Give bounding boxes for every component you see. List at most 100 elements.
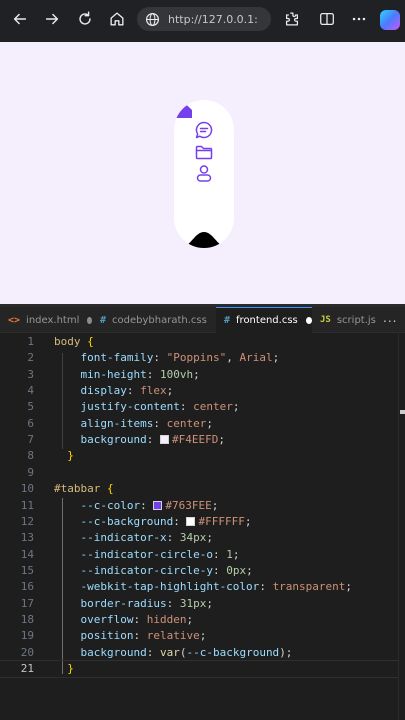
code-line[interactable]: 17 border-radius: 31px;	[0, 596, 398, 612]
url-text[interactable]: http://127.0.0.1:	[168, 13, 258, 26]
code-line[interactable]: 5 justify-content: center;	[0, 399, 398, 415]
code-line[interactable]: 12 --c-background: #FFFFFF;	[0, 514, 398, 530]
code-token: --c-background	[54, 514, 174, 528]
more-icon[interactable]	[348, 8, 370, 30]
line-number: 5	[27, 400, 34, 414]
line-number: 3	[27, 367, 34, 381]
code-line[interactable]: 8 }	[0, 448, 398, 464]
back-icon[interactable]	[9, 8, 31, 30]
code-token: transparent	[272, 580, 346, 594]
line-number: 19	[20, 629, 34, 643]
line-number: 18	[20, 612, 34, 626]
tab-frontend-css[interactable]: # frontend.css	[216, 307, 312, 333]
html-file-icon: <>	[8, 314, 21, 326]
tab-script-js[interactable]: JS script.js	[312, 307, 382, 333]
scrollbar-thumb[interactable]	[400, 410, 405, 414]
code-token: --c-background	[186, 645, 280, 659]
refresh-icon[interactable]	[74, 8, 96, 30]
tab-folder[interactable]	[194, 142, 214, 162]
code-line[interactable]: 14 --indicator-circle-o: 1;	[0, 547, 398, 563]
code-token: display	[54, 384, 127, 398]
code-line[interactable]: 3 min-height: 100vh;	[0, 367, 398, 383]
line-number: 14	[20, 547, 34, 561]
code-line[interactable]: 10 #tabbar {	[0, 481, 398, 497]
code-token: min-height	[54, 367, 147, 381]
tab-label: script.js	[336, 314, 376, 326]
color-swatch[interactable]	[159, 435, 169, 445]
code-line[interactable]: 11 --c-color: #763FEE;	[0, 498, 398, 514]
code-line[interactable]: 18 overflow: hidden;	[0, 612, 398, 628]
code-line[interactable]: 20 background: var(--c-background);	[0, 645, 398, 661]
line-number: 7	[27, 433, 34, 447]
tab-codebybharath-css[interactable]: # codebybharath.css	[92, 307, 216, 333]
code-token: :	[153, 416, 167, 430]
code-line[interactable]: 2 font-family: "Poppins", Arial;	[0, 350, 398, 366]
more-actions-icon[interactable]: ...	[383, 311, 397, 325]
code-token: overflow	[54, 612, 134, 626]
code-token: ;	[272, 351, 280, 365]
code-token: {	[106, 482, 114, 496]
extensions-icon[interactable]	[281, 8, 303, 30]
code-token: --indicator-circle-y	[54, 563, 213, 577]
code-line[interactable]: 16 -webkit-tap-highlight-color: transpar…	[0, 579, 398, 595]
code-line[interactable]: 4 display: flex;	[0, 383, 398, 399]
code-token: :	[146, 645, 160, 659]
css-file-icon: #	[224, 315, 231, 326]
code-token: flex	[140, 384, 167, 398]
split-screen-icon[interactable]	[316, 8, 338, 30]
tab-index-html[interactable]: <> index.html	[0, 307, 92, 333]
address-bar[interactable]: http://127.0.0.1:	[137, 7, 271, 31]
code-line[interactable]: 9	[0, 465, 398, 481]
color-swatch[interactable]	[153, 500, 163, 510]
line-number: 12	[20, 514, 34, 528]
code-token: background	[54, 645, 147, 659]
code-token: :	[259, 580, 273, 594]
code-token: :	[173, 514, 187, 528]
code-line[interactable]: 7 background: #F4EEFD;	[0, 432, 398, 448]
code-line[interactable]: 15 --indicator-circle-y: 0px;	[0, 563, 398, 579]
code-token: ;	[246, 563, 253, 577]
code-token: -webkit-tap-highlight-color	[54, 580, 260, 594]
color-swatch[interactable]	[186, 516, 196, 526]
code-line[interactable]: 1 body {	[0, 334, 398, 350]
code-token: ;	[186, 612, 194, 626]
copilot-icon[interactable]	[380, 10, 400, 30]
editor-scrollbar[interactable]	[398, 333, 405, 720]
editor-tab-bar: <> index.html # codebybharath.css # fron…	[0, 307, 405, 333]
forward-icon[interactable]	[41, 8, 63, 30]
code-token: justify-content	[54, 400, 180, 414]
code-line[interactable]: 6 align-items: center;	[0, 416, 398, 432]
site-info-icon[interactable]	[145, 12, 160, 27]
code-token: body	[54, 335, 81, 348]
code-token: #763FEE	[165, 498, 212, 512]
line-number: 10	[20, 482, 34, 496]
code-text: }	[54, 448, 74, 464]
code-editor[interactable]: 1 body {2 font-family: "Poppins", Arial; 3…	[0, 333, 405, 720]
code-token: #FFFFFF	[198, 514, 245, 528]
chat-icon	[195, 121, 213, 139]
code-line[interactable]: 21 }	[0, 660, 399, 678]
line-number: 4	[27, 384, 34, 398]
code-token: ;	[166, 384, 174, 398]
code-line[interactable]: 19 position: relative;	[0, 628, 398, 644]
code-token: }	[54, 662, 74, 675]
code-text: --indicator-circle-y: 0px;	[54, 563, 253, 579]
tab-chat[interactable]	[194, 120, 214, 140]
code-token: ;	[206, 416, 213, 430]
line-number: 6	[27, 416, 34, 430]
line-number: 13	[20, 531, 34, 545]
code-token: 1	[226, 547, 233, 561]
line-number: 17	[20, 596, 34, 610]
tab-home[interactable]	[174, 100, 194, 120]
code-token: );	[279, 645, 293, 659]
code-line[interactable]: 13 --indicator-x: 34px;	[0, 530, 398, 546]
home-icon[interactable]	[106, 8, 128, 30]
code-token: center	[193, 400, 233, 414]
code-token: :	[133, 629, 147, 643]
code-token: border-radius	[54, 596, 167, 610]
code-text: display: flex;	[54, 383, 173, 399]
code-text: border-radius: 31px;	[54, 596, 212, 612]
user-icon	[196, 165, 212, 182]
tab-user[interactable]	[194, 163, 214, 183]
